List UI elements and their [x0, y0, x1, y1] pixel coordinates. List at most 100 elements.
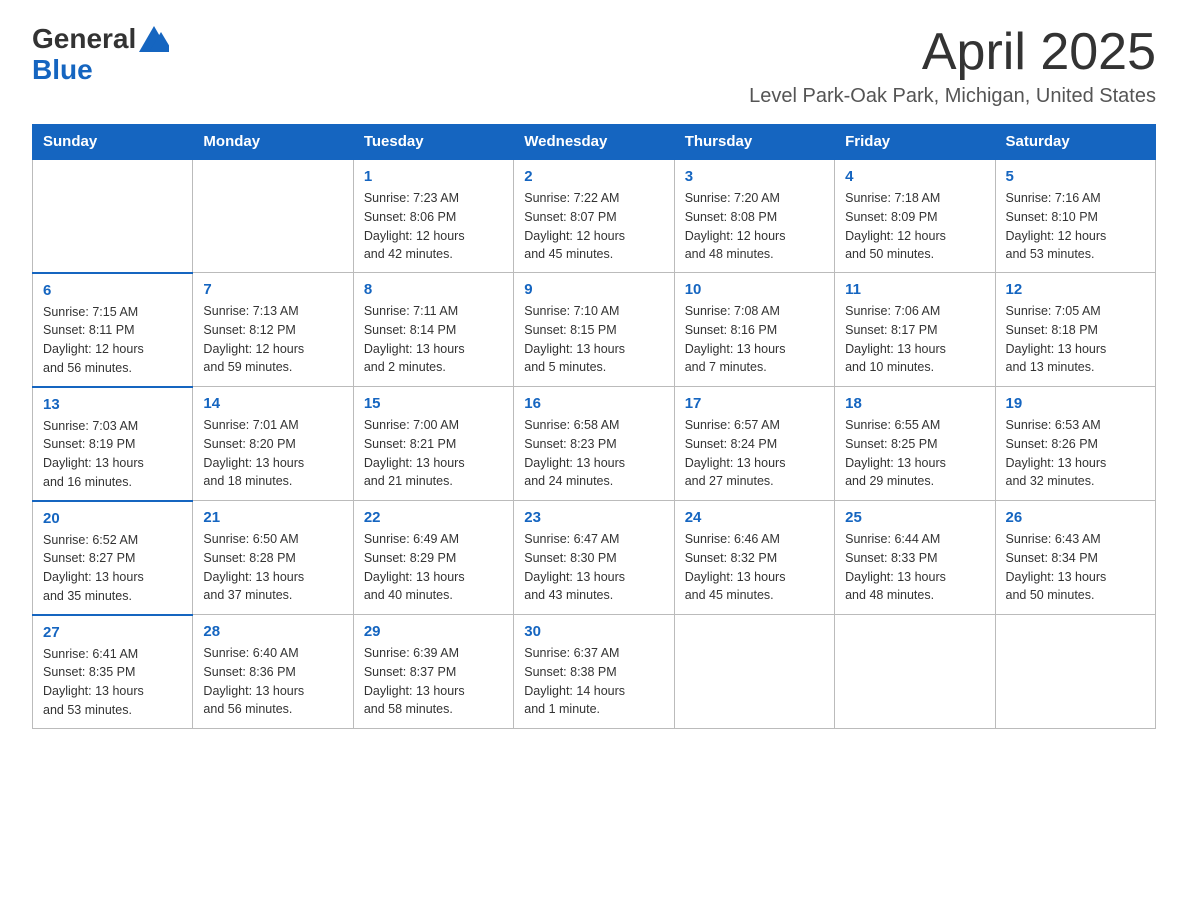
day-number: 22	[364, 509, 503, 526]
day-number: 24	[685, 509, 824, 526]
day-number: 15	[364, 395, 503, 412]
header: GeneralBlue April 2025 Level Park-Oak Pa…	[32, 24, 1156, 108]
calendar-cell: 8 Sunrise: 7:11 AMSunset: 8:14 PMDaylight…	[353, 273, 513, 387]
day-info: Sunrise: 7:11 AMSunset: 8:14 PMDaylight:…	[364, 302, 503, 377]
day-number: 11	[845, 281, 984, 298]
calendar-cell: 6 Sunrise: 7:15 AMSunset: 8:11 PMDaylight…	[33, 273, 193, 387]
day-info: Sunrise: 6:50 AMSunset: 8:28 PMDaylight:…	[203, 530, 342, 605]
location-title: Level Park-Oak Park, Michigan, United St…	[749, 85, 1156, 108]
calendar-cell: 7 Sunrise: 7:13 AMSunset: 8:12 PMDaylight…	[193, 273, 353, 387]
day-info: Sunrise: 6:49 AMSunset: 8:29 PMDaylight:…	[364, 530, 503, 605]
day-info: Sunrise: 7:03 AMSunset: 8:19 PMDaylight:…	[43, 417, 182, 492]
day-info: Sunrise: 6:46 AMSunset: 8:32 PMDaylight:…	[685, 530, 824, 605]
day-info: Sunrise: 7:15 AMSunset: 8:11 PMDaylight:…	[43, 303, 182, 378]
month-title: April 2025	[749, 24, 1156, 81]
calendar-cell: 10 Sunrise: 7:08 AMSunset: 8:16 PMDayligh…	[674, 273, 834, 387]
calendar-cell: 28 Sunrise: 6:40 AMSunset: 8:36 PMDayligh…	[193, 615, 353, 729]
calendar-cell: 16Sunrise: 6:58 AMSunset: 8:23 PMDayligh…	[514, 387, 674, 501]
calendar-cell: 4 Sunrise: 7:18 AMSunset: 8:09 PMDaylight…	[835, 159, 995, 273]
day-number: 19	[1006, 395, 1145, 412]
calendar-cell: 5Sunrise: 7:16 AMSunset: 8:10 PMDaylight…	[995, 159, 1155, 273]
weekday-header-row: SundayMondayTuesdayWednesdayThursdayFrid…	[33, 125, 1156, 160]
calendar-cell	[995, 615, 1155, 729]
day-number: 1	[364, 168, 503, 185]
day-number: 30	[524, 623, 663, 640]
calendar-cell: 14 Sunrise: 7:01 AMSunset: 8:20 PMDayligh…	[193, 387, 353, 501]
day-number: 20	[43, 510, 182, 527]
calendar-cell: 9 Sunrise: 7:10 AMSunset: 8:15 PMDaylight…	[514, 273, 674, 387]
day-number: 14	[203, 395, 342, 412]
day-number: 23	[524, 509, 663, 526]
calendar-cell: 23 Sunrise: 6:47 AMSunset: 8:30 PMDayligh…	[514, 501, 674, 615]
day-number: 13	[43, 396, 182, 413]
calendar-cell: 19Sunrise: 6:53 AMSunset: 8:26 PMDayligh…	[995, 387, 1155, 501]
calendar-cell: 22 Sunrise: 6:49 AMSunset: 8:29 PMDayligh…	[353, 501, 513, 615]
day-info: Sunrise: 7:20 AMSunset: 8:08 PMDaylight:…	[685, 189, 824, 264]
weekday-header-monday: Monday	[193, 125, 353, 160]
calendar-cell: 29Sunrise: 6:39 AMSunset: 8:37 PMDayligh…	[353, 615, 513, 729]
day-number: 28	[203, 623, 342, 640]
logo-general-text: General	[32, 24, 136, 55]
weekday-header-friday: Friday	[835, 125, 995, 160]
day-info: Sunrise: 7:05 AMSunset: 8:18 PMDaylight:…	[1006, 302, 1145, 377]
calendar-week-row: 6 Sunrise: 7:15 AMSunset: 8:11 PMDaylight…	[33, 273, 1156, 387]
logo-text-block: GeneralBlue	[32, 24, 169, 86]
day-number: 26	[1006, 509, 1145, 526]
day-number: 18	[845, 395, 984, 412]
day-number: 6	[43, 282, 182, 299]
day-info: Sunrise: 6:41 AMSunset: 8:35 PMDaylight:…	[43, 645, 182, 720]
calendar-cell: 2 Sunrise: 7:22 AMSunset: 8:07 PMDaylight…	[514, 159, 674, 273]
day-number: 21	[203, 509, 342, 526]
day-info: Sunrise: 7:01 AMSunset: 8:20 PMDaylight:…	[203, 416, 342, 491]
day-number: 12	[1006, 281, 1145, 298]
day-number: 2	[524, 168, 663, 185]
calendar-cell: 12 Sunrise: 7:05 AMSunset: 8:18 PMDayligh…	[995, 273, 1155, 387]
day-info: Sunrise: 6:47 AMSunset: 8:30 PMDaylight:…	[524, 530, 663, 605]
day-info: Sunrise: 7:18 AMSunset: 8:09 PMDaylight:…	[845, 189, 984, 264]
calendar-week-row: 1 Sunrise: 7:23 AMSunset: 8:06 PMDaylight…	[33, 159, 1156, 273]
day-info: Sunrise: 7:13 AMSunset: 8:12 PMDaylight:…	[203, 302, 342, 377]
day-number: 7	[203, 281, 342, 298]
calendar-cell	[835, 615, 995, 729]
day-info: Sunrise: 7:22 AMSunset: 8:07 PMDaylight:…	[524, 189, 663, 264]
calendar-cell: 18Sunrise: 6:55 AMSunset: 8:25 PMDayligh…	[835, 387, 995, 501]
title-area: April 2025 Level Park-Oak Park, Michigan…	[749, 24, 1156, 108]
calendar-week-row: 13 Sunrise: 7:03 AMSunset: 8:19 PMDayligh…	[33, 387, 1156, 501]
day-number: 8	[364, 281, 503, 298]
calendar-cell	[674, 615, 834, 729]
day-number: 27	[43, 624, 182, 641]
calendar-cell	[33, 159, 193, 273]
day-number: 16	[524, 395, 663, 412]
calendar-cell: 1 Sunrise: 7:23 AMSunset: 8:06 PMDaylight…	[353, 159, 513, 273]
day-info: Sunrise: 7:23 AMSunset: 8:06 PMDaylight:…	[364, 189, 503, 264]
day-info: Sunrise: 7:00 AMSunset: 8:21 PMDaylight:…	[364, 416, 503, 491]
day-number: 9	[524, 281, 663, 298]
day-info: Sunrise: 7:10 AMSunset: 8:15 PMDaylight:…	[524, 302, 663, 377]
calendar-cell: 30Sunrise: 6:37 AMSunset: 8:38 PMDayligh…	[514, 615, 674, 729]
day-info: Sunrise: 7:06 AMSunset: 8:17 PMDaylight:…	[845, 302, 984, 377]
day-info: Sunrise: 6:39 AMSunset: 8:37 PMDaylight:…	[364, 644, 503, 719]
weekday-header-tuesday: Tuesday	[353, 125, 513, 160]
day-info: Sunrise: 6:40 AMSunset: 8:36 PMDaylight:…	[203, 644, 342, 719]
day-info: Sunrise: 6:43 AMSunset: 8:34 PMDaylight:…	[1006, 530, 1145, 605]
day-info: Sunrise: 7:08 AMSunset: 8:16 PMDaylight:…	[685, 302, 824, 377]
day-number: 10	[685, 281, 824, 298]
calendar-cell: 13 Sunrise: 7:03 AMSunset: 8:19 PMDayligh…	[33, 387, 193, 501]
calendar-week-row: 20Sunrise: 6:52 AMSunset: 8:27 PMDayligh…	[33, 501, 1156, 615]
calendar-cell: 20Sunrise: 6:52 AMSunset: 8:27 PMDayligh…	[33, 501, 193, 615]
weekday-header-wednesday: Wednesday	[514, 125, 674, 160]
day-number: 4	[845, 168, 984, 185]
day-info: Sunrise: 6:44 AMSunset: 8:33 PMDaylight:…	[845, 530, 984, 605]
calendar-cell: 11 Sunrise: 7:06 AMSunset: 8:17 PMDayligh…	[835, 273, 995, 387]
calendar-cell	[193, 159, 353, 273]
day-number: 25	[845, 509, 984, 526]
calendar-cell: 24 Sunrise: 6:46 AMSunset: 8:32 PMDayligh…	[674, 501, 834, 615]
calendar-cell: 3 Sunrise: 7:20 AMSunset: 8:08 PMDaylight…	[674, 159, 834, 273]
weekday-header-sunday: Sunday	[33, 125, 193, 160]
calendar-table: SundayMondayTuesdayWednesdayThursdayFrid…	[32, 124, 1156, 729]
calendar-cell: 27 Sunrise: 6:41 AMSunset: 8:35 PMDayligh…	[33, 615, 193, 729]
day-number: 17	[685, 395, 824, 412]
day-info: Sunrise: 6:57 AMSunset: 8:24 PMDaylight:…	[685, 416, 824, 491]
day-number: 3	[685, 168, 824, 185]
weekday-header-saturday: Saturday	[995, 125, 1155, 160]
